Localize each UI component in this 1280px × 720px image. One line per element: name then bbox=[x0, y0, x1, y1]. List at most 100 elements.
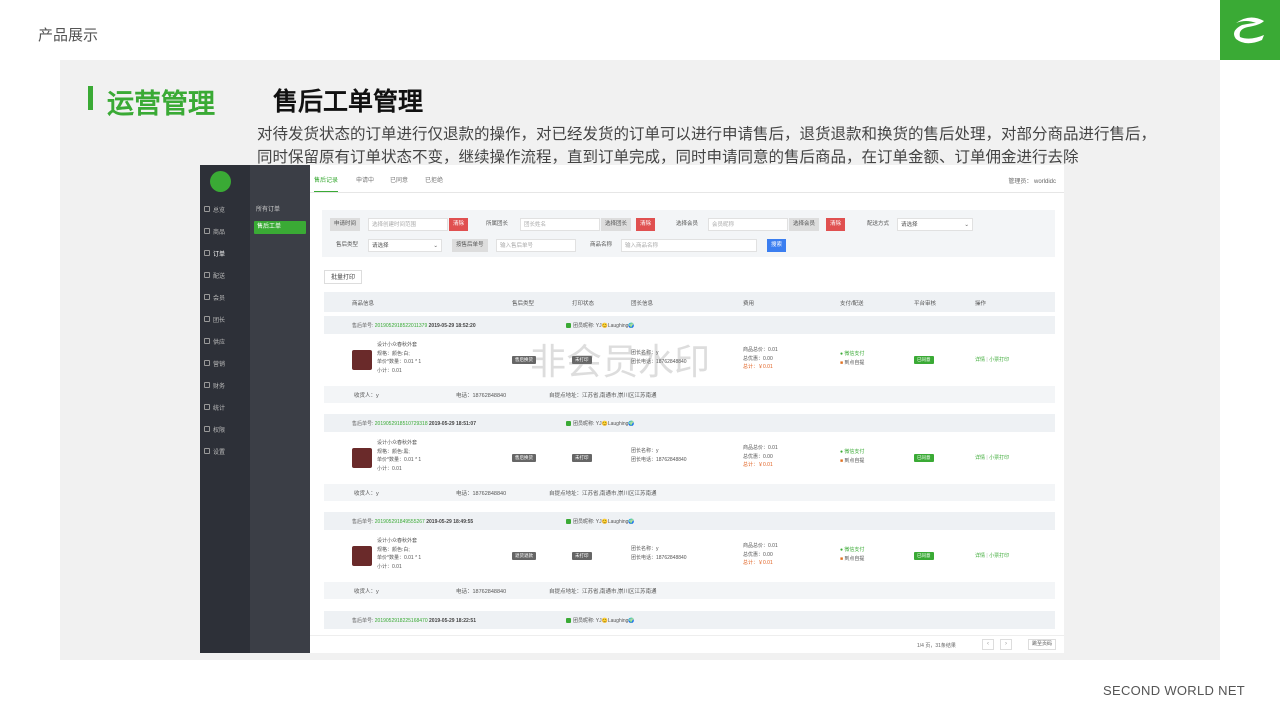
sidebar-item-4[interactable]: 会员 bbox=[204, 291, 248, 303]
receiver-name: 收货人：y bbox=[354, 393, 379, 399]
goods-total: 商品总价：0.01 bbox=[743, 445, 778, 451]
aftersale-no-input[interactable]: 输入售后单号 bbox=[496, 239, 576, 252]
search-button[interactable]: 搜索 bbox=[767, 239, 787, 252]
order-no: 售后单号: 20190529185107293​18 2019-05-29 18… bbox=[352, 421, 476, 427]
row-actions: 详情 | 小票打印 bbox=[975, 455, 1010, 461]
grand-total: 总计：￥0.01 bbox=[743, 364, 773, 370]
clear-leader-button[interactable]: 清除 bbox=[636, 218, 656, 231]
order-header: 售后单号: 20190529184955526​7 2019-05-29 18:… bbox=[324, 512, 1055, 530]
section-title: 运营管理 bbox=[107, 89, 215, 119]
detail-link[interactable]: 详情 bbox=[975, 553, 985, 559]
col-ops: 操作 bbox=[975, 301, 987, 307]
member-icon bbox=[204, 294, 210, 300]
clear-time-button[interactable]: 清除 bbox=[449, 218, 469, 231]
leader-name: 团长名称：y bbox=[631, 448, 659, 454]
sidebar-item-11[interactable]: 设置 bbox=[204, 445, 248, 457]
sidebar-item-label: 财务 bbox=[213, 383, 226, 390]
subnav-all-orders[interactable]: 所有订单 bbox=[256, 204, 280, 213]
slide-top-label: 产品展示 bbox=[38, 27, 99, 44]
search-by-select[interactable]: 按售后单号 bbox=[452, 239, 488, 252]
ship-select-value: 请选择 bbox=[901, 222, 918, 228]
type-select[interactable]: 请选择 ⌄ bbox=[368, 239, 442, 252]
main-panel: 售后记录 申请中 已同意 已拒绝 管理员： worldidc 申请时间 选择创建… bbox=[310, 165, 1064, 653]
pickup: ■ 到点自提 bbox=[840, 457, 865, 464]
pager-summary: 1/4 页，31条结果 bbox=[917, 643, 956, 649]
admin-label: 管理员： worldidc bbox=[1008, 179, 1056, 185]
product-price: 单价*数量：0.01 * 1 bbox=[377, 457, 422, 463]
product-name: 设计小众春秋外套 bbox=[377, 342, 418, 348]
sidebar-item-label: 供应 bbox=[213, 339, 226, 346]
sidebar-item-8[interactable]: 财务 bbox=[204, 379, 248, 391]
goods-input[interactable]: 输入商品名称 bbox=[621, 239, 757, 252]
aftersale-type-badge: 售后换货 bbox=[512, 454, 536, 462]
col-leader: 团长信息 bbox=[631, 301, 654, 307]
select-leader-button[interactable]: 选择团长 bbox=[601, 218, 632, 231]
product-thumbnail bbox=[352, 350, 372, 370]
tab-records[interactable]: 售后记录 bbox=[314, 175, 339, 192]
goods-label: 商品名称 bbox=[590, 242, 613, 248]
sidebar-item-5[interactable]: 团长 bbox=[204, 313, 248, 325]
sidebar-item-10[interactable]: 权限 bbox=[204, 423, 248, 435]
print-status-badge: 未打印 bbox=[572, 552, 592, 560]
order-icon bbox=[204, 250, 210, 256]
wechat-icon: ● bbox=[840, 547, 844, 553]
audit-status-badge: 已同意 bbox=[914, 454, 934, 462]
type-select-value: 请选择 bbox=[372, 243, 389, 249]
sidebar-item-3[interactable]: 配送 bbox=[204, 269, 248, 281]
sidebar: 总览商品订单配送会员团长供应营销财务统计权限设置 bbox=[200, 165, 250, 653]
apply-time-input[interactable]: 选择创建时间范围 bbox=[368, 218, 448, 231]
receiver-row: 收货人：y 电话：18762848840 自提点地址：江苏省,南通市,崇川区江苏… bbox=[324, 484, 1055, 501]
member-nickname: 团员昵称: YJ😊Laughing🌍 bbox=[566, 420, 635, 427]
sidebar-item-label: 统计 bbox=[213, 405, 226, 412]
fee-info: 商品总价：0.01 总优惠：0.00 总计：￥0.01 bbox=[743, 542, 778, 568]
sidebar-item-9[interactable]: 统计 bbox=[204, 401, 248, 413]
sidebar-item-label: 会员 bbox=[213, 295, 226, 302]
prev-page-button[interactable]: ‹ bbox=[982, 639, 994, 650]
print-receipt-link[interactable]: 小票打印 bbox=[989, 455, 1009, 461]
tab-applying[interactable]: 申请中 bbox=[356, 175, 374, 184]
goods-total: 商品总价：0.01 bbox=[743, 543, 778, 549]
select-member-button[interactable]: 选择会员 bbox=[789, 218, 820, 231]
receiver-phone: 电话：18762848840 bbox=[456, 393, 507, 399]
tab-agreed[interactable]: 已同意 bbox=[390, 175, 408, 184]
receiver-name: 收货人：y bbox=[354, 589, 379, 595]
sidebar-item-2[interactable]: 订单 bbox=[204, 247, 248, 259]
discount-total: 总优惠：0.00 bbox=[743, 551, 773, 558]
sidebar-item-6[interactable]: 供应 bbox=[204, 335, 248, 347]
product-name: 设计小众春秋外套 bbox=[377, 440, 418, 446]
product-thumbnail bbox=[352, 448, 372, 468]
detail-link[interactable]: 详情 bbox=[975, 455, 985, 461]
sidebar-item-1[interactable]: 商品 bbox=[204, 225, 248, 237]
jump-page-button[interactable]: 跳至页码 bbox=[1028, 639, 1057, 650]
print-receipt-link[interactable]: 小票打印 bbox=[989, 553, 1009, 559]
product-spec: 规格：颜色:白; bbox=[377, 546, 410, 553]
member-input[interactable]: 会员昵称 bbox=[708, 218, 788, 231]
clear-member-button[interactable]: 清除 bbox=[826, 218, 846, 231]
leader-label: 所属团长 bbox=[486, 221, 509, 227]
batch-print-button[interactable]: 批量打印 bbox=[324, 270, 363, 284]
chevron-down-icon: ⌄ bbox=[964, 222, 969, 228]
leader-phone: 团长电话：18762848840 bbox=[631, 456, 687, 463]
pickup-icon: ■ bbox=[840, 359, 844, 366]
next-page-button[interactable]: › bbox=[1000, 639, 1012, 650]
ship-select[interactable]: 请选择 ⌄ bbox=[897, 218, 973, 231]
leader-input[interactable]: 团长姓名 bbox=[520, 218, 600, 231]
receiver-phone: 电话：18762848840 bbox=[456, 491, 507, 497]
sidebar-item-0[interactable]: 总览 bbox=[204, 203, 248, 215]
watermark: 非会员水印 bbox=[530, 341, 711, 382]
sub-sidebar: 所有订单 售后工单 bbox=[250, 165, 310, 653]
col-type: 售后类型 bbox=[512, 301, 535, 307]
brand-logo-icon bbox=[1234, 17, 1264, 44]
marketing-icon bbox=[204, 360, 210, 366]
sidebar-item-7[interactable]: 营销 bbox=[204, 357, 248, 369]
sidebar-item-label: 团长 bbox=[213, 317, 226, 324]
receiver-row: 收货人：y 电话：18762848840 自提点地址：江苏省,南通市,崇川区江苏… bbox=[324, 386, 1055, 403]
audit-status-badge: 已同意 bbox=[914, 552, 934, 560]
permission-icon bbox=[204, 426, 210, 432]
tab-rejected[interactable]: 已拒绝 bbox=[425, 175, 443, 184]
subnav-aftersale[interactable]: 售后工单 bbox=[254, 221, 306, 234]
member-nickname: 团员昵称: YJ😊Laughing🌍 bbox=[566, 518, 635, 525]
print-receipt-link[interactable]: 小票打印 bbox=[989, 357, 1009, 363]
detail-link[interactable]: 详情 bbox=[975, 357, 985, 363]
pickup-address: 自提点地址：江苏省,南通市,崇川区江苏南通 bbox=[549, 589, 657, 595]
